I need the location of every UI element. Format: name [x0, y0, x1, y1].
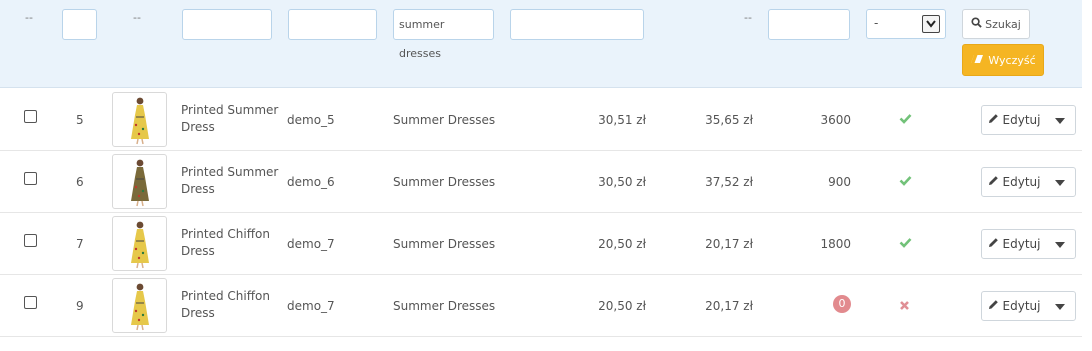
dress-image [120, 95, 160, 148]
clear-filters-label: Wyczyść [988, 53, 1036, 67]
edit-button[interactable]: Edytuj [982, 106, 1046, 134]
edit-button[interactable]: Edytuj [982, 292, 1046, 320]
caret-down-icon [1055, 113, 1065, 127]
cross-icon[interactable] [899, 300, 910, 314]
search-icon [971, 17, 982, 31]
product-category: Summer Dresses [393, 237, 496, 251]
edit-dropdown-toggle[interactable] [1045, 168, 1075, 196]
filter-reference-input[interactable] [288, 9, 377, 40]
product-reference: demo_5 [287, 113, 335, 127]
product-thumbnail [112, 92, 167, 147]
edit-button-group: Edytuj [981, 105, 1076, 135]
edit-dropdown-toggle[interactable] [1045, 292, 1075, 320]
product-category: Summer Dresses [393, 299, 496, 313]
caret-down-icon [1055, 299, 1065, 313]
edit-button-group: Edytuj [981, 291, 1076, 321]
pencil-icon [988, 175, 999, 189]
filter-final-price-placeholder: -- [744, 11, 752, 24]
pencil-icon [988, 299, 999, 313]
filter-id-input[interactable] [62, 9, 97, 40]
row-checkbox[interactable] [24, 172, 37, 185]
product-thumbnail [112, 278, 167, 333]
check-icon[interactable] [899, 237, 912, 251]
dress-image [120, 281, 160, 334]
check-icon[interactable] [899, 113, 912, 127]
product-id: 7 [76, 237, 84, 251]
product-reference: demo_7 [287, 237, 335, 251]
product-base-price: 20,50 zł [598, 237, 646, 251]
caret-down-icon [1055, 237, 1065, 251]
product-thumbnail [112, 216, 167, 271]
product-quantity: 3600 [820, 113, 851, 127]
product-quantity: 1800 [820, 237, 851, 251]
product-quantity: 900 [828, 175, 851, 189]
filter-base-price-input[interactable] [510, 9, 644, 40]
edit-button-label: Edytuj [1002, 113, 1041, 127]
product-final-price: 35,65 zł [705, 113, 753, 127]
eraser-icon [970, 54, 984, 67]
product-base-price: 30,51 zł [598, 113, 646, 127]
product-base-price: 20,50 zł [598, 299, 646, 313]
product-reference: demo_7 [287, 299, 335, 313]
table-row: 6 Printed Summer Dress demo_6 Summer Dresse… [0, 151, 1082, 213]
chevron-down-icon [922, 15, 940, 33]
product-id: 9 [76, 299, 84, 313]
product-category: Summer Dresses [393, 113, 496, 127]
edit-button-group: Edytuj [981, 167, 1076, 197]
product-final-price: 20,17 zł [705, 237, 753, 251]
filter-quantity-input[interactable] [768, 9, 850, 40]
filter-status-value: - [874, 16, 879, 30]
caret-down-icon [1055, 175, 1065, 189]
row-checkbox[interactable] [24, 234, 37, 247]
pencil-icon [988, 237, 999, 251]
edit-button-group: Edytuj [981, 229, 1076, 259]
pencil-icon [988, 113, 999, 127]
search-button[interactable]: Szukaj [962, 9, 1030, 39]
table-row: 7 Printed Chiffon Dress demo_7 Summer Dress… [0, 213, 1082, 275]
filter-category-input[interactable]: summer dresses [393, 9, 494, 60]
product-id: 5 [76, 113, 84, 127]
product-name: Printed Chiffon Dress [181, 227, 270, 258]
product-final-price: 37,52 zł [705, 175, 753, 189]
edit-button-label: Edytuj [1002, 175, 1041, 189]
search-button-label: Szukaj [985, 17, 1021, 31]
product-thumbnail [112, 154, 167, 209]
product-id: 6 [76, 175, 84, 189]
table-row: 5 Printed Summer Dress demo_5 Summer Dresse… [0, 89, 1082, 151]
dress-image [120, 157, 160, 210]
filter-image-placeholder: -- [133, 11, 141, 24]
check-icon[interactable] [899, 175, 912, 189]
product-base-price: 30,50 zł [598, 175, 646, 189]
product-final-price: 20,17 zł [705, 299, 753, 313]
product-category: Summer Dresses [393, 175, 496, 189]
quantity-badge: 0 [833, 295, 851, 313]
filter-row: -- -- summer dresses -- - Szukaj Wyczyść [0, 0, 1082, 88]
table-row: 9 Printed Chiffon Dress demo_7 Summer Dress… [0, 275, 1082, 337]
edit-button[interactable]: Edytuj [982, 230, 1046, 258]
edit-dropdown-toggle[interactable] [1045, 230, 1075, 258]
clear-filters-button[interactable]: Wyczyść [962, 44, 1044, 76]
edit-button-label: Edytuj [1002, 237, 1041, 251]
product-name: Printed Chiffon Dress [181, 289, 270, 320]
edit-button-label: Edytuj [1002, 299, 1041, 313]
product-name: Printed Summer Dress [181, 103, 279, 134]
row-checkbox[interactable] [24, 296, 37, 309]
scrollbar-track[interactable] [1082, 0, 1092, 351]
filter-checkbox-placeholder: -- [25, 11, 33, 24]
dress-image [120, 219, 160, 272]
product-reference: demo_6 [287, 175, 335, 189]
row-checkbox[interactable] [24, 110, 37, 123]
edit-dropdown-toggle[interactable] [1045, 106, 1075, 134]
product-name: Printed Summer Dress [181, 165, 279, 196]
filter-status-select[interactable]: - [866, 9, 946, 39]
edit-button[interactable]: Edytuj [982, 168, 1046, 196]
filter-name-input[interactable] [182, 9, 272, 40]
